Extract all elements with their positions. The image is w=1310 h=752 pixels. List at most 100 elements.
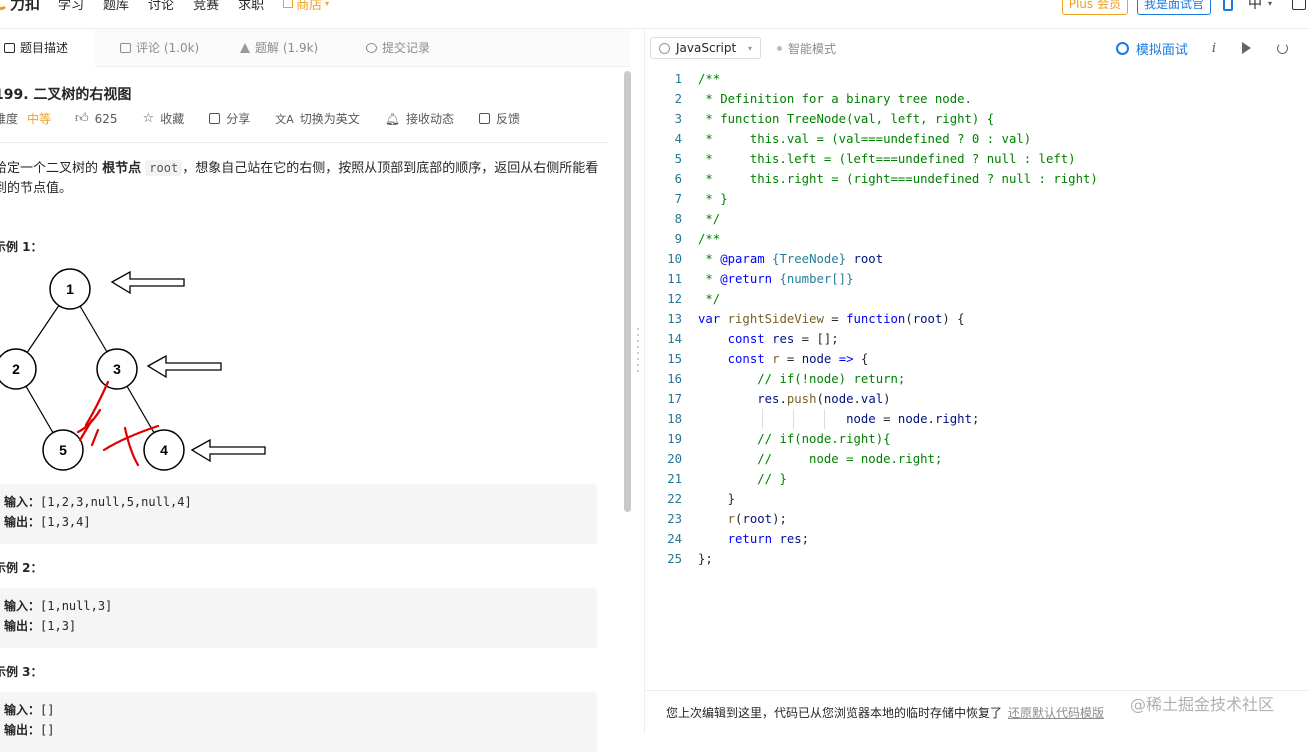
favorite-button[interactable]: ☆ 收藏 (143, 110, 185, 127)
example-2-title: 示例 2： (0, 561, 43, 575)
nav-store[interactable]: 商店 ▾ (283, 0, 329, 13)
share-button[interactable]: 分享 (209, 110, 250, 127)
code-line: 17 res.push(node.val) (667, 392, 891, 406)
tab-submissions[interactable]: 提交记录 (362, 29, 430, 67)
status-dot-icon (777, 45, 782, 51)
code-line: 9/** (674, 232, 721, 246)
chevron-down-icon: ▾ (325, 0, 330, 8)
svg-text:1: 1 (66, 281, 74, 297)
like-button[interactable]: 👍︎ 625 (75, 111, 118, 126)
leetcode-logo[interactable]: 力扣 (0, 0, 40, 14)
code-line: 4 * this.val = (val===undefined ? 0 : va… (674, 132, 1032, 146)
code-line: 7 * } (674, 192, 728, 206)
interviewer-button[interactable]: 我是面试官 (1136, 0, 1211, 15)
smart-mode-toggle[interactable]: 智能模式 (777, 40, 836, 57)
code-line: 2 * Definition for a binary tree node. (674, 92, 972, 106)
problem-panel: 题目描述 评论 (1.0k) 题解 (1.9k) 提交记录 199. 二叉树的右… (0, 28, 631, 752)
code-line: 19 // if(node.right){ (667, 432, 891, 446)
restore-default-link[interactable]: 还原默认代码模版 (1008, 704, 1104, 721)
editor-panel: JavaScript ▾ 智能模式 模拟面试 i 1/** 2 * Defini… (644, 29, 1310, 733)
code-editor[interactable]: 1/** 2 * Definition for a binary tree no… (645, 69, 1310, 569)
code-line: 22 } (667, 492, 736, 506)
share-icon (209, 113, 221, 124)
comment-icon (120, 42, 131, 53)
mobile-icon[interactable] (1222, 0, 1233, 11)
problem-tabs: 题目描述 评论 (1.0k) 题解 (1.9k) 提交记录 (0, 28, 630, 67)
difficulty-label: 难度 (0, 112, 19, 126)
code-line: 5 * this.left = (left===undefined ? null… (674, 152, 1076, 166)
example-1-title: 示例 1： (0, 240, 43, 254)
svg-text:2: 2 (12, 361, 20, 377)
star-icon: ☆ (142, 111, 155, 126)
fullscreen-exit-icon[interactable] (1292, 0, 1306, 10)
flask-icon (240, 42, 250, 53)
history-icon (366, 42, 377, 53)
tab-solutions[interactable]: 题解 (1.9k) (236, 29, 362, 67)
scrollbar[interactable] (624, 71, 631, 512)
meta-divider (0, 142, 608, 143)
nav-contest[interactable]: 竞赛 (193, 0, 219, 13)
example-3-title: 示例 3： (0, 665, 43, 679)
nav-discuss[interactable]: 讨论 (148, 0, 174, 13)
editor-toolbar: JavaScript ▾ 智能模式 模拟面试 i (645, 29, 1310, 67)
tree-node: 2 (0, 348, 37, 390)
tree-node: 5 (42, 429, 84, 471)
code-line: 8 */ (674, 212, 721, 226)
code-line: 11 * @return {number[]} (667, 272, 854, 286)
code-line: 13 var rightSideView = function(root) { (667, 312, 965, 326)
run-icon[interactable] (1242, 42, 1251, 54)
code-line: 3 * function TreeNode(val, left, right) … (674, 112, 995, 126)
problem-title: 199. 二叉树的右视图 (0, 87, 132, 103)
tree-node: 3 (96, 348, 138, 390)
reset-icon[interactable] (1277, 42, 1288, 54)
main-nav: 学习 题库 讨论 竞赛 求职 商店 ▾ (58, 0, 348, 13)
nav-jobs[interactable]: 求职 (238, 0, 264, 13)
difficulty-badge: 中等 (27, 112, 52, 126)
tab-comments[interactable]: 评论 (1.0k) (116, 29, 236, 67)
store-icon (283, 0, 294, 8)
feedback-button[interactable]: 反馈 (479, 110, 520, 127)
tree-node: 4 (143, 429, 185, 471)
nav-learn[interactable]: 学习 (58, 0, 84, 13)
example-3-block: 输入：[] 输出：[] (0, 692, 597, 752)
example-1-block: 输入：[1,2,3,null,5,null,4] 输出：[1,3,4] (0, 484, 597, 544)
code-line: 15 const r = node => { (667, 352, 869, 366)
translate-icon: 文A (275, 112, 294, 126)
problem-meta: 难度 中等 👍︎ 625 ☆ 收藏 分享 文A 切换为英文 🔔︎ 接收动态 反馈 (0, 110, 545, 127)
watermark: @稀土掘金技术社区 (1130, 695, 1275, 714)
code-line: 23 r(root); (667, 512, 787, 526)
code-line: 12 */ (667, 292, 721, 306)
alarm-clock-icon (1115, 41, 1129, 55)
subscribe-button[interactable]: 🔔︎ 接收动态 (385, 110, 454, 127)
code-line: 14 const res = []; (667, 332, 839, 346)
code-line: 10 * @param {TreeNode} root (667, 252, 884, 266)
code-line: 21 // } (667, 472, 787, 486)
language-select[interactable]: JavaScript ▾ (650, 37, 761, 59)
logo-icon (0, 0, 8, 10)
code-line: 20 // node = node.right; (667, 452, 943, 466)
code-line: 25}; (667, 552, 713, 566)
mock-interview-button[interactable]: 模拟面试 (1115, 39, 1188, 58)
tab-description[interactable]: 题目描述 (0, 28, 95, 67)
chevron-down-icon: ▾ (1267, 0, 1272, 8)
problem-description: 给定一个二叉树的 根节点 root ，想象自己站在它的右侧，按照从顶部到底部的顺序… (0, 160, 599, 196)
example-2-block: 输入：[1,null,3] 输出：[1,3] (0, 588, 597, 648)
svg-text:5: 5 (59, 442, 67, 458)
code-line: 1/** (674, 72, 721, 86)
chevron-down-icon: ▾ (747, 43, 752, 53)
code-line: 18 node = node.right; (645, 409, 1310, 429)
language-switch[interactable]: 中 (1248, 0, 1262, 13)
code-line: 16 // if(!node) return; (667, 372, 906, 386)
feedback-icon (479, 113, 491, 124)
nav-problems[interactable]: 题库 (103, 0, 129, 13)
document-icon (4, 42, 15, 53)
svg-text:4: 4 (160, 442, 168, 458)
code-line: 24 return res; (667, 532, 810, 546)
info-italic-icon[interactable]: i (1212, 41, 1216, 56)
plus-member-button[interactable]: Plus 会员 (1061, 0, 1128, 15)
svg-text:3: 3 (113, 361, 121, 377)
bell-icon: 🔔︎ (384, 111, 400, 126)
translate-button[interactable]: 文A 切换为英文 (275, 110, 360, 127)
panel-resize-handle[interactable] (637, 328, 639, 372)
tree-diagram: 1 2 3 5 4 (0, 268, 266, 471)
